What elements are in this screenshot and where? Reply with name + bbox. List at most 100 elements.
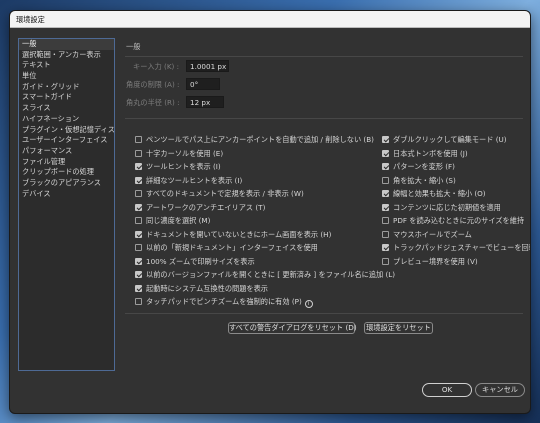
option-label: 線幅と効果も拡大・縮小 (O) [393, 189, 486, 198]
sidebar-item-selection-anchor[interactable]: 選択範囲・アンカー表示 [19, 50, 114, 61]
option-transform-pattern[interactable]: パターンを変形 (F) [382, 161, 455, 172]
checkbox[interactable] [135, 244, 142, 251]
option-preview-bounds[interactable]: プレビュー境界を使用 (V) [382, 256, 478, 267]
checkbox[interactable] [135, 298, 142, 305]
sidebar-item-clipboard[interactable]: クリップボードの処理 [19, 167, 114, 178]
option-label: アートワークのアンチエイリアス (T) [146, 203, 266, 212]
sidebar-item-performance[interactable]: パフォーマンス [19, 146, 114, 157]
option-trackpad-rotate-view[interactable]: トラックパッドジェスチャーでビューを回転 [382, 242, 530, 253]
ok-button[interactable]: OK [422, 383, 472, 397]
option-label: パターンを変形 (F) [393, 162, 455, 171]
option-append-converted[interactable]: 以前のバージョンファイルを開くときに [ 更新済み ] をファイル名に追加 (L… [135, 269, 395, 280]
reset-preferences-button[interactable]: 環境設定をリセット [364, 322, 433, 334]
option-show-home-screen[interactable]: ドキュメントを開いていないときにホーム画面を表示 (H) [135, 229, 331, 240]
option-legacy-new-document[interactable]: 以前の「新規ドキュメント」インターフェイスを使用 [135, 242, 318, 253]
option-label: 日本式トンボを使用 (J) [393, 149, 468, 158]
sidebar-item-hyphenation[interactable]: ハイフネーション [19, 114, 114, 125]
option-scale-strokes-effects[interactable]: 線幅と効果も拡大・縮小 (O) [382, 188, 486, 199]
checkbox[interactable] [382, 190, 389, 197]
checkbox[interactable] [135, 231, 142, 238]
option-honor-pdf-size[interactable]: PDF を読み込むときに元のサイズを維持 [382, 215, 524, 226]
sidebar-item-black-appearance[interactable]: ブラックのアピアランス [19, 178, 114, 189]
checkbox[interactable] [382, 163, 389, 170]
key-increment-field[interactable] [186, 60, 229, 72]
section-divider [125, 56, 523, 57]
corner-radius-row: 角丸の半径 (R) : [125, 96, 325, 109]
sidebar-item-devices[interactable]: デバイス [19, 189, 114, 200]
option-select-same-tint[interactable]: 同じ濃度を選択 (M) [135, 215, 210, 226]
general-panel: 一般 キー入力 (K) : 角度の制限 (A) : 角丸の半径 (R) : ペン… [125, 38, 530, 338]
fields-divider [125, 118, 523, 119]
cancel-button[interactable]: キャンセル [475, 383, 525, 397]
constrain-angle-label: 角度の制限 (A) : [126, 80, 180, 89]
option-pen-no-auto-add[interactable]: ペンツールでパス上にアンカーポイントを自動で追加 / 削除しない (B) [135, 134, 374, 145]
info-icon[interactable]: i [304, 300, 313, 308]
sidebar-item-slices[interactable]: スライス [19, 103, 114, 114]
corner-radius-label: 角丸の半径 (R) : [126, 98, 180, 107]
option-label: 100% ズームで印刷サイズを表示 [146, 257, 255, 266]
option-print-size-100-zoom[interactable]: 100% ズームで印刷サイズを表示 [135, 256, 255, 267]
option-label: 同じ濃度を選択 (M) [146, 216, 211, 225]
option-label: 詳細なツールヒントを表示 (I) [146, 176, 243, 185]
checkbox[interactable] [135, 271, 142, 278]
option-label: マウスホイールでズーム [393, 230, 472, 239]
category-list: 一般 選択範囲・アンカー表示 テキスト 単位 ガイド・グリッド スマートガイド … [18, 38, 115, 371]
checkbox[interactable] [382, 244, 389, 251]
checkbox[interactable] [382, 150, 389, 157]
option-label: すべてのドキュメントで定規を表示 / 非表示 (W) [146, 189, 304, 198]
option-double-click-isolate[interactable]: ダブルクリックして編集モード (U) [382, 134, 507, 145]
checkbox[interactable] [382, 258, 389, 265]
option-label: タッチパッドでピンチズームを強制的に有効 (P) [146, 297, 302, 306]
option-zoom-mouse-wheel[interactable]: マウスホイールでズーム [382, 229, 472, 240]
reset-warnings-button[interactable]: すべての警告ダイアログをリセット (D) [228, 322, 357, 334]
window-title: 環境設定 [10, 11, 530, 28]
sidebar-item-guides-grid[interactable]: ガイド・グリッド [19, 82, 114, 93]
constrain-angle-field[interactable] [186, 78, 220, 90]
checkbox[interactable] [135, 136, 142, 143]
corner-radius-field[interactable] [186, 96, 224, 108]
option-label: 以前のバージョンファイルを開くときに [ 更新済み ] をファイル名に追加 (L… [146, 270, 396, 279]
checkbox[interactable] [135, 177, 142, 184]
sidebar-item-general[interactable]: 一般 [19, 39, 114, 50]
checkbox[interactable] [382, 217, 389, 224]
option-label: ツールヒントを表示 (I) [146, 162, 221, 171]
option-touchpad-pinch-zoom[interactable]: タッチパッドでピンチズームを強制的に有効 (P) i [135, 296, 313, 308]
section-title: 一般 [126, 42, 141, 51]
checkbox[interactable] [135, 217, 142, 224]
option-precise-cursors[interactable]: 十字カーソルを使用 (E) [135, 148, 223, 159]
option-label: コンテンツに応じた初期値を適用 [393, 203, 501, 212]
sidebar-item-file-handling[interactable]: ファイル管理 [19, 157, 114, 168]
checkbox[interactable] [382, 177, 389, 184]
options-divider [125, 313, 523, 314]
checkbox[interactable] [135, 163, 142, 170]
option-scale-corners[interactable]: 角を拡大・縮小 (S) [382, 175, 456, 186]
checkbox[interactable] [135, 204, 142, 211]
option-show-tool-tips[interactable]: ツールヒントを表示 (I) [135, 161, 221, 172]
option-label: プレビュー境界を使用 (V) [393, 257, 478, 266]
option-label: ダブルクリックして編集モード (U) [393, 135, 507, 144]
option-system-compat-issues[interactable]: 起動時にシステム互換性の問題を表示 [135, 283, 268, 294]
preferences-dialog: 環境設定 一般 選択範囲・アンカー表示 テキスト 単位 ガイド・グリッド スマー… [9, 10, 531, 414]
key-increment-label: キー入力 (K) : [133, 62, 180, 71]
sidebar-item-units[interactable]: 単位 [19, 71, 114, 82]
option-rich-tool-tips[interactable]: 詳細なツールヒントを表示 (I) [135, 175, 242, 186]
checkbox[interactable] [382, 231, 389, 238]
sidebar-item-plugins-scratch-disks[interactable]: プラグイン・仮想記憶ディスク [19, 125, 114, 136]
option-content-aware-defaults[interactable]: コンテンツに応じた初期値を適用 [382, 202, 501, 213]
sidebar-item-smart-guides[interactable]: スマートガイド [19, 92, 114, 103]
sidebar-item-text[interactable]: テキスト [19, 60, 114, 71]
option-label: ペンツールでパス上にアンカーポイントを自動で追加 / 削除しない (B) [146, 135, 374, 144]
option-label: 起動時にシステム互換性の問題を表示 [146, 284, 268, 293]
checkbox[interactable] [382, 204, 389, 211]
checkbox[interactable] [135, 150, 142, 157]
checkbox[interactable] [135, 190, 142, 197]
constrain-angle-row: 角度の制限 (A) : [125, 78, 325, 91]
checkbox[interactable] [382, 136, 389, 143]
option-label: 以前の「新規ドキュメント」インターフェイスを使用 [146, 243, 318, 252]
checkbox[interactable] [135, 285, 142, 292]
option-japanese-crop-marks[interactable]: 日本式トンボを使用 (J) [382, 148, 468, 159]
option-rulers-all-documents[interactable]: すべてのドキュメントで定規を表示 / 非表示 (W) [135, 188, 304, 199]
option-anti-aliased-artwork[interactable]: アートワークのアンチエイリアス (T) [135, 202, 265, 213]
sidebar-item-user-interface[interactable]: ユーザーインターフェイス [19, 135, 114, 146]
checkbox[interactable] [135, 258, 142, 265]
